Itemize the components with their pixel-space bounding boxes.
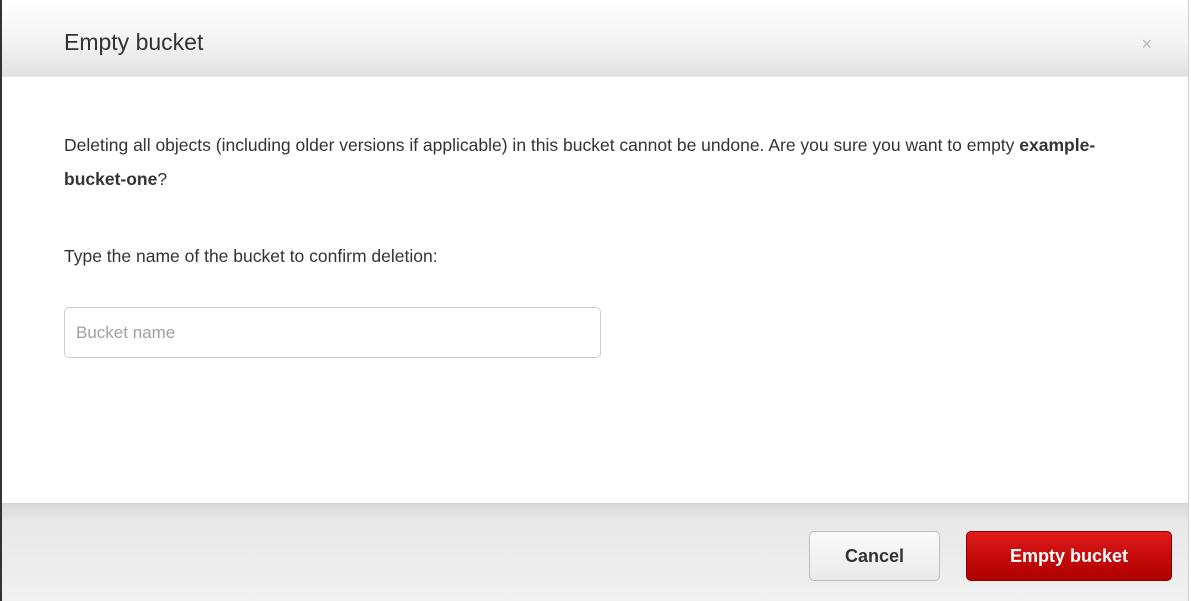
bucket-name-input[interactable] <box>64 307 601 358</box>
dialog-header: Empty bucket × <box>2 0 1188 77</box>
confirm-prompt: Type the name of the bucket to confirm d… <box>64 246 438 266</box>
dialog-body: Deleting all objects (including older ve… <box>64 128 1128 266</box>
warning-message: Deleting all objects (including older ve… <box>64 128 1128 196</box>
warning-text-end: ? <box>157 169 168 189</box>
empty-bucket-dialog: Empty bucket × Deleting all objects (inc… <box>0 0 1189 601</box>
close-icon[interactable]: × <box>1141 35 1152 53</box>
cancel-button[interactable]: Cancel <box>809 531 940 581</box>
warning-text: Deleting all objects (including older ve… <box>64 135 1020 155</box>
dialog-footer: Cancel Empty bucket <box>2 503 1188 601</box>
dialog-title: Empty bucket <box>64 29 204 55</box>
empty-bucket-button[interactable]: Empty bucket <box>966 531 1172 581</box>
